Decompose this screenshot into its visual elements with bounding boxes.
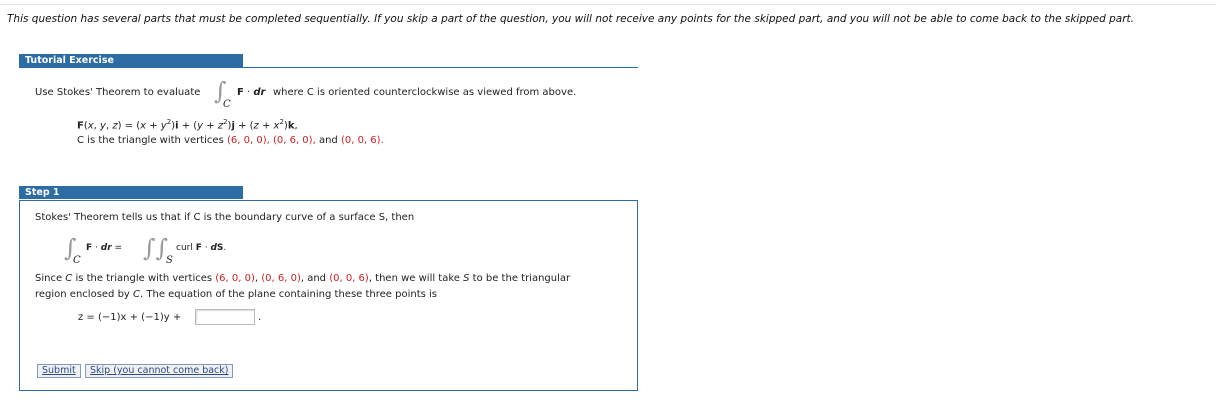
submit-button[interactable]: Submit	[37, 364, 81, 378]
theorem-text: Stokes' Theorem tells us that if C is th…	[35, 212, 415, 223]
vertex-1: (6, 0, 0),	[226, 135, 270, 146]
tutorial-exercise-tab: Tutorial Exercise	[19, 54, 243, 67]
rhs-double-integral-sign: ∫∫	[143, 234, 169, 262]
plane-constant-input[interactable]	[195, 309, 255, 325]
step1-tab: Step 1	[19, 186, 243, 199]
integrand: F · dr	[237, 87, 266, 98]
rhs-subscript: S	[166, 255, 173, 266]
skip-button[interactable]: Skip (you cannot come back)	[85, 364, 234, 378]
plane-equation: z = (−1)x + (−1)y +	[78, 312, 182, 323]
since-line-1: Since C is the triangle with vertices (6…	[35, 273, 571, 284]
sequential-notice: This question has several parts that mus…	[7, 13, 1135, 25]
rhs-integrand: curl F · dS.	[176, 243, 227, 253]
equation-period: .	[258, 312, 262, 323]
vertex-3: (0, 0, 6).	[340, 135, 384, 146]
lhs-subscript: C	[73, 255, 81, 266]
vertex-2: (0, 6, 0),	[272, 135, 316, 146]
curve-prefix: C is the triangle with vertices	[77, 135, 224, 146]
curve-description: C is the triangle with vertices (6, 0, 0…	[77, 135, 384, 146]
since-line-2: region enclosed by C. The equation of th…	[35, 289, 438, 300]
lhs-integrand: F · dr =	[86, 243, 123, 253]
vector-field: F(x, y, z) = (x + y2)i + (y + z2)j + (z …	[77, 118, 298, 132]
prompt-text: Use Stokes' Theorem to evaluate	[35, 87, 201, 98]
integral-subscript: C	[223, 99, 231, 110]
top-divider	[0, 0, 1216, 5]
tutorial-divider	[19, 67, 638, 68]
and-word: and	[318, 135, 338, 146]
orientation-text: where C is oriented counterclockwise as …	[273, 87, 577, 98]
